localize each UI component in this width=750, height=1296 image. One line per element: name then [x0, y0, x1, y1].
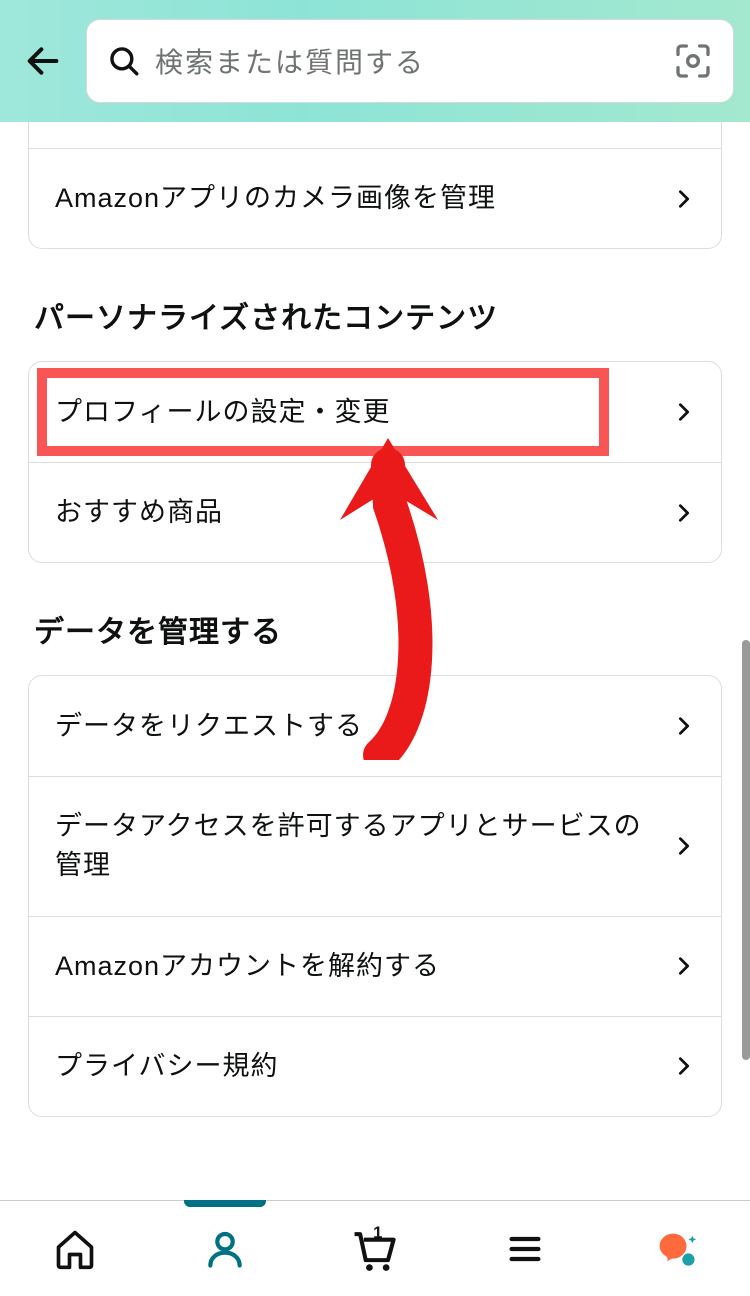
- settings-row-profile[interactable]: プロフィールの設定・変更: [29, 362, 721, 462]
- menu-icon: [505, 1229, 545, 1269]
- row-label: Amazonアカウントを解約する: [55, 947, 673, 986]
- cart-icon: 1: [349, 1223, 401, 1275]
- search-placeholder: 検索または質問する: [155, 41, 659, 81]
- row-label: データをリクエストする: [55, 707, 673, 746]
- settings-group-personalized: プロフィールの設定・変更 おすすめ商品: [28, 361, 722, 563]
- user-icon: [203, 1227, 247, 1271]
- chevron-right-icon: [673, 835, 695, 857]
- camera-scan-icon[interactable]: [673, 41, 713, 81]
- svg-text:1: 1: [373, 1223, 382, 1242]
- section-title-manage-data: データを管理する: [28, 603, 722, 675]
- row-label: プライバシー規約: [55, 1047, 673, 1086]
- chevron-right-icon: [673, 188, 695, 210]
- chevron-right-icon: [673, 502, 695, 524]
- section-title-personalized: パーソナライズされたコンテンツ: [28, 289, 722, 361]
- nav-rufus[interactable]: [600, 1201, 750, 1296]
- search-bar[interactable]: 検索または質問する: [86, 19, 734, 103]
- nav-menu[interactable]: [450, 1201, 600, 1296]
- settings-content: Amazonアプリのカメラ画像を管理 パーソナライズされたコンテンツ プロフィー…: [0, 122, 750, 1117]
- settings-row-partial[interactable]: [29, 122, 721, 148]
- settings-row-recommended[interactable]: おすすめ商品: [29, 462, 721, 562]
- settings-row-request-data[interactable]: データをリクエストする: [29, 676, 721, 776]
- nav-cart[interactable]: 1: [300, 1201, 450, 1296]
- search-icon: [107, 44, 141, 78]
- settings-row-privacy-policy[interactable]: プライバシー規約: [29, 1016, 721, 1116]
- app-header: 検索または質問する: [0, 0, 750, 122]
- chevron-right-icon: [673, 1055, 695, 1077]
- settings-row-data-access-apps[interactable]: データアクセスを許可するアプリとサービスの管理: [29, 776, 721, 915]
- partial-settings-group: Amazonアプリのカメラ画像を管理: [28, 122, 722, 249]
- arrow-left-icon: [23, 41, 63, 81]
- chevron-right-icon: [673, 955, 695, 977]
- chevron-right-icon: [673, 715, 695, 737]
- settings-row-close-account[interactable]: Amazonアカウントを解約する: [29, 916, 721, 1016]
- chat-sparkle-icon: [652, 1226, 698, 1272]
- row-label: Amazonアプリのカメラ画像を管理: [55, 179, 673, 218]
- settings-row-camera-images[interactable]: Amazonアプリのカメラ画像を管理: [29, 148, 721, 248]
- row-label: データアクセスを許可するアプリとサービスの管理: [55, 807, 673, 885]
- row-label: プロフィールの設定・変更: [55, 393, 673, 432]
- settings-group-manage-data: データをリクエストする データアクセスを許可するアプリとサービスの管理 Amaz…: [28, 675, 722, 1117]
- row-label: おすすめ商品: [55, 493, 673, 532]
- bottom-nav: 1: [0, 1200, 750, 1296]
- scrollbar-thumb[interactable]: [742, 640, 750, 1060]
- nav-home[interactable]: [0, 1201, 150, 1296]
- chevron-right-icon: [673, 401, 695, 423]
- back-button[interactable]: [8, 26, 78, 96]
- nav-account[interactable]: [150, 1201, 300, 1296]
- home-icon: [53, 1227, 97, 1271]
